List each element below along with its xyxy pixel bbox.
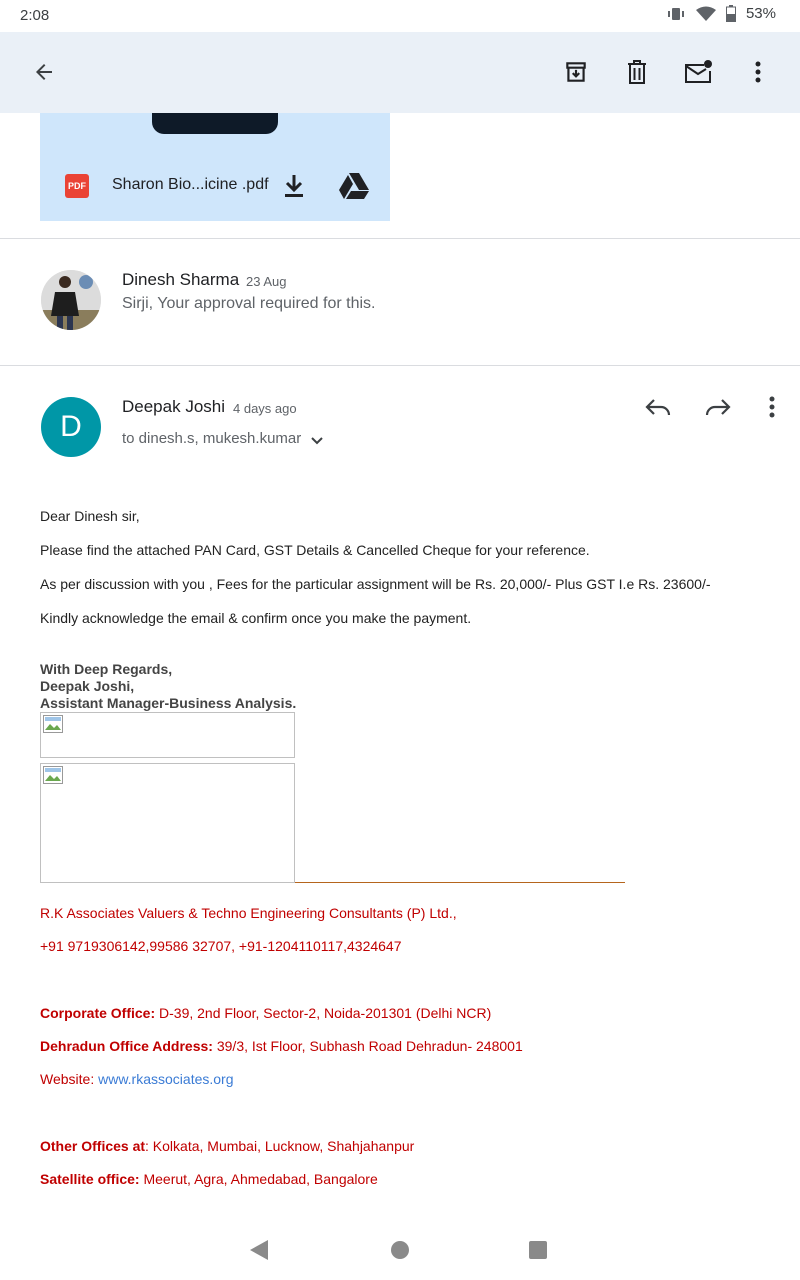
download-button[interactable] bbox=[272, 164, 316, 208]
other-offices: Other Offices at: Kolkata, Mumbai, Luckn… bbox=[40, 1138, 414, 1154]
signature-rule bbox=[295, 882, 625, 883]
more-vert-icon bbox=[769, 396, 775, 418]
back-button[interactable] bbox=[22, 50, 66, 94]
body-paragraph: As per discussion with you , Fees for th… bbox=[40, 576, 711, 592]
recipients-toggle[interactable]: to dinesh.s, mukesh.kumar bbox=[122, 427, 327, 450]
drive-icon bbox=[339, 173, 369, 199]
archive-button[interactable] bbox=[554, 50, 598, 94]
chevron-down-icon bbox=[311, 437, 323, 445]
nav-recents-icon bbox=[529, 1241, 547, 1259]
nav-back-button[interactable] bbox=[237, 1228, 281, 1272]
attachment-file-name: Sharon Bio...icine .pdf bbox=[112, 176, 269, 193]
nav-back-icon bbox=[250, 1240, 268, 1260]
satellite-office-list: Meerut, Agra, Ahmedabad, Bangalore bbox=[139, 1171, 378, 1187]
battery-percent: 53% bbox=[745, 5, 776, 22]
status-icons: 53% bbox=[666, 5, 776, 22]
signature-line: With Deep Regards, bbox=[40, 661, 173, 677]
wifi-icon bbox=[695, 6, 716, 21]
satellite-office-label: Satellite office: bbox=[40, 1171, 140, 1187]
reply-icon bbox=[645, 399, 671, 416]
website-link[interactable]: www.rkassociates.org bbox=[98, 1071, 233, 1087]
corporate-office-label: Corporate Office: bbox=[40, 1005, 156, 1021]
mark-unread-button[interactable] bbox=[676, 50, 720, 94]
body-paragraph: Please find the attached PAN Card, GST D… bbox=[40, 542, 590, 558]
forward-button[interactable] bbox=[696, 385, 740, 429]
nav-home-button[interactable] bbox=[378, 1228, 422, 1272]
message-snippet: Sirji, Your approval required for this. bbox=[122, 295, 376, 312]
more-vert-icon bbox=[755, 61, 761, 83]
download-icon bbox=[285, 175, 303, 197]
broken-image bbox=[40, 763, 295, 883]
reply-button[interactable] bbox=[636, 385, 680, 429]
battery-icon bbox=[725, 5, 736, 22]
pdf-icon: PDF bbox=[65, 174, 89, 198]
sender-name: Dinesh Sharma bbox=[122, 270, 240, 289]
other-offices-list: : Kolkata, Mumbai, Lucknow, Shahjahanpur bbox=[145, 1138, 415, 1154]
mark-unread-icon bbox=[685, 60, 712, 83]
avatar[interactable]: D bbox=[41, 397, 101, 457]
broken-image bbox=[40, 712, 295, 758]
attachment-card[interactable]: PDF Sharon Bio...icine .pdf bbox=[40, 113, 390, 221]
system-nav-bar bbox=[0, 1220, 800, 1280]
other-offices-label: Other Offices at bbox=[40, 1138, 146, 1154]
app-bar bbox=[0, 32, 800, 113]
body-paragraph: Kindly acknowledge the email & confirm o… bbox=[40, 610, 472, 626]
back-arrow-icon bbox=[36, 64, 52, 80]
trash-icon bbox=[628, 60, 646, 84]
company-phones: +91 9719306142,99586 32707, +91-12041101… bbox=[40, 938, 402, 954]
corporate-office-address: D-39, 2nd Floor, Sector-2, Noida-201301 … bbox=[155, 1005, 492, 1021]
delete-button[interactable] bbox=[615, 50, 659, 94]
dehradun-office-address: 39/3, Ist Floor, Subhash Road Dehradun- … bbox=[212, 1038, 523, 1054]
message-date: 23 Aug bbox=[246, 274, 287, 289]
vibrate-icon bbox=[667, 7, 684, 20]
signature: With Deep Regards, Deepak Joshi, Assista… bbox=[40, 661, 296, 712]
broken-image-icon bbox=[43, 715, 63, 733]
save-to-drive-button[interactable] bbox=[332, 164, 376, 208]
website: Website: www.rkassociates.org bbox=[40, 1071, 234, 1087]
avatar bbox=[41, 270, 101, 330]
attachment-thumbnail bbox=[152, 113, 278, 134]
dehradun-office-label: Dehradun Office Address: bbox=[40, 1038, 213, 1054]
company-name: R.K Associates Valuers & Techno Engineer… bbox=[40, 905, 457, 921]
more-options-button[interactable] bbox=[736, 50, 780, 94]
message-more-button[interactable] bbox=[750, 385, 794, 429]
nav-home-icon bbox=[391, 1241, 409, 1259]
sender-name: Deepak Joshi bbox=[122, 397, 226, 416]
website-label: Website: bbox=[40, 1071, 99, 1087]
status-bar: 2:08 53% bbox=[0, 0, 800, 32]
recipients-text: to dinesh.s, mukesh.kumar bbox=[122, 430, 302, 447]
message-date: 4 days ago bbox=[233, 401, 297, 416]
broken-image-icon bbox=[43, 766, 63, 784]
dehradun-office: Dehradun Office Address: 39/3, Ist Floor… bbox=[40, 1038, 523, 1054]
corporate-office: Corporate Office: D-39, 2nd Floor, Secto… bbox=[40, 1005, 491, 1021]
archive-icon bbox=[566, 62, 586, 82]
forward-icon bbox=[705, 399, 731, 416]
signature-line: Deepak Joshi, bbox=[40, 678, 135, 694]
divider bbox=[0, 238, 800, 239]
nav-recents-button[interactable] bbox=[516, 1228, 560, 1272]
body-greeting: Dear Dinesh sir, bbox=[40, 508, 140, 524]
divider bbox=[0, 365, 800, 366]
signature-line: Assistant Manager-Business Analysis. bbox=[40, 695, 297, 711]
satellite-office: Satellite office: Meerut, Agra, Ahmedaba… bbox=[40, 1171, 378, 1187]
person-photo-icon bbox=[41, 270, 101, 330]
status-time: 2:08 bbox=[20, 7, 50, 24]
